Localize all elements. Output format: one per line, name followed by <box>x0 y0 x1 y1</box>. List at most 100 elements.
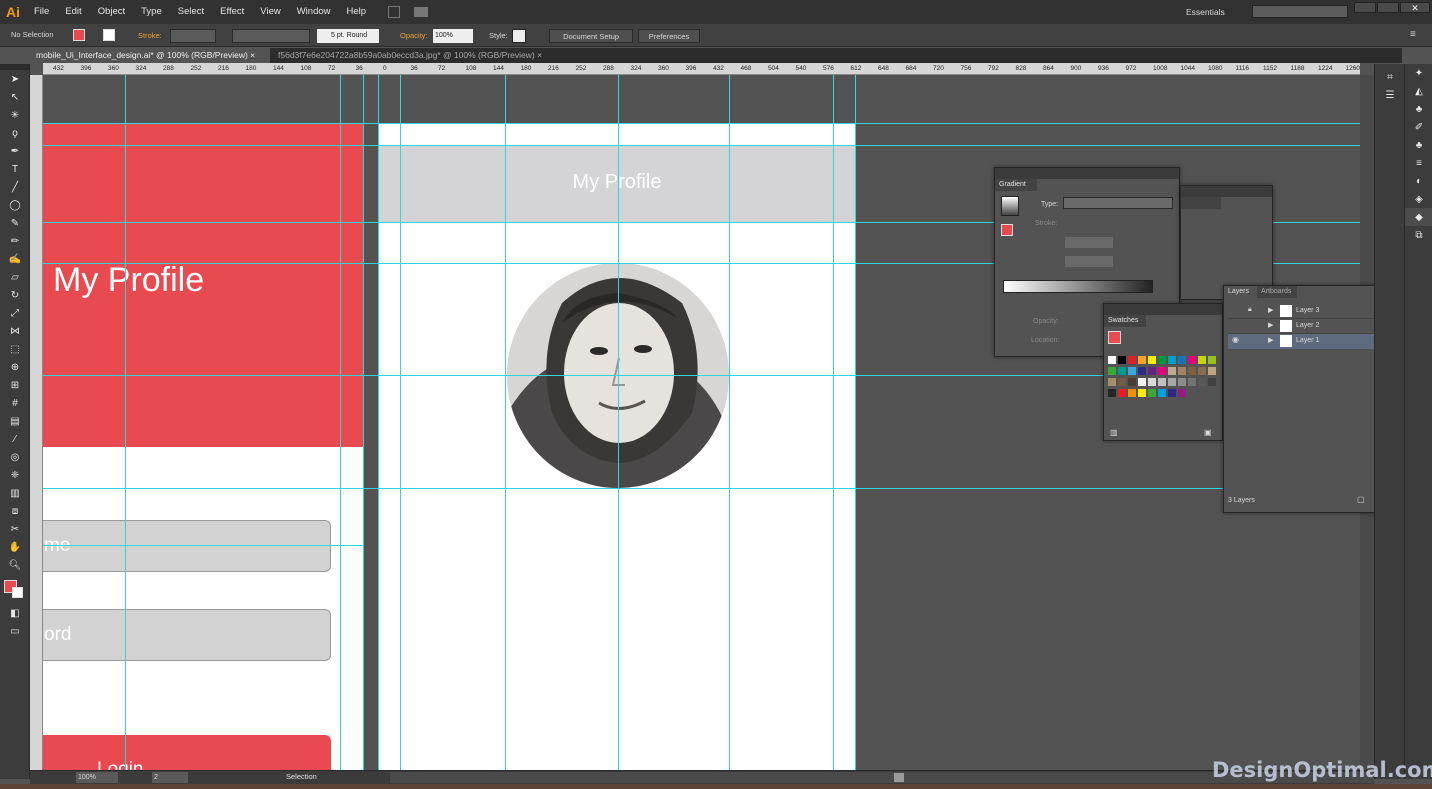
fill-stroke-widget[interactable] <box>0 574 29 604</box>
brush-definition-field[interactable]: 5 pt. Round <box>317 29 379 43</box>
swatch-library-menu-icon[interactable]: ▥ <box>1110 428 1118 437</box>
menu-object[interactable]: Object <box>90 0 133 24</box>
color-swatch[interactable] <box>1168 356 1176 364</box>
column-graph-tool-icon[interactable]: ▥ <box>0 484 30 502</box>
close-icon[interactable]: × <box>537 50 542 60</box>
pencil-tool-icon[interactable]: ✏ <box>0 232 30 250</box>
color-swatch[interactable] <box>1108 389 1116 397</box>
color-guide-icon[interactable]: ◭ <box>1405 82 1432 100</box>
guide[interactable] <box>378 75 379 770</box>
tab-jpg-document[interactable]: f56d3f7e6e204722a8b59a0ab0eccd3a.jpg* @ … <box>272 48 562 63</box>
layers-tab[interactable]: Layers <box>1224 286 1256 298</box>
menu-view[interactable]: View <box>252 0 288 24</box>
stroke-weight-field[interactable] <box>170 29 216 43</box>
hand-tool-icon[interactable]: ✋ <box>0 538 30 556</box>
menu-window[interactable]: Window <box>289 0 339 24</box>
color-swatch[interactable] <box>1108 356 1116 364</box>
color-swatch[interactable] <box>1168 389 1176 397</box>
color-swatch[interactable] <box>1118 356 1126 364</box>
ellipse-tool-icon[interactable]: ◯ <box>0 196 30 214</box>
opacity-label[interactable]: Opacity: <box>400 31 428 40</box>
guide[interactable] <box>125 75 126 770</box>
magic-wand-tool-icon[interactable]: ✳ <box>0 106 30 124</box>
stroke-panel-icon[interactable]: ≡ <box>1405 154 1432 172</box>
password-field[interactable]: ord <box>43 609 331 661</box>
variable-width-field[interactable] <box>232 29 310 43</box>
menu-file[interactable]: File <box>26 0 57 24</box>
color-swatch[interactable] <box>1208 367 1216 375</box>
stroke-color-swatch[interactable] <box>103 29 115 41</box>
graphic-styles-icon[interactable]: ◈ <box>1405 190 1432 208</box>
color-swatch[interactable] <box>1188 356 1196 364</box>
color-swatch[interactable] <box>1148 356 1156 364</box>
scroll-thumb[interactable] <box>894 773 904 782</box>
close-window-button[interactable]: ✕ <box>1400 2 1430 13</box>
artboard-number-field[interactable]: 2 <box>152 772 188 783</box>
eyedropper-tool-icon[interactable]: ⁄ <box>0 430 30 448</box>
vertical-ruler[interactable] <box>30 75 43 770</box>
perspective-grid-tool-icon[interactable]: ⊞ <box>0 376 30 394</box>
guide[interactable] <box>400 75 401 770</box>
width-tool-icon[interactable]: ⋈ <box>0 322 30 340</box>
lasso-tool-icon[interactable]: ϙ <box>0 124 30 142</box>
zoom-tool-icon[interactable]: 🔍︎ <box>0 556 30 574</box>
zoom-field[interactable]: 100% <box>76 772 118 783</box>
color-swatch[interactable] <box>1158 367 1166 375</box>
color-swatch[interactable] <box>1198 356 1206 364</box>
new-layer-icon[interactable]: ▢ <box>1357 495 1365 504</box>
blend-tool-icon[interactable]: ◎ <box>0 448 30 466</box>
transform-panel-icon[interactable]: ⌗ <box>1375 68 1405 86</box>
guide[interactable] <box>505 75 506 770</box>
guide[interactable] <box>618 75 619 770</box>
username-field[interactable]: me <box>43 520 331 572</box>
menu-effect[interactable]: Effect <box>212 0 252 24</box>
fill-indicator[interactable] <box>1001 224 1013 236</box>
mesh-tool-icon[interactable]: # <box>0 394 30 412</box>
color-swatch[interactable] <box>1158 389 1166 397</box>
bridge-icon[interactable] <box>388 6 401 18</box>
guide[interactable] <box>43 145 1360 146</box>
close-icon[interactable]: × <box>250 50 255 60</box>
eraser-tool-icon[interactable]: ▱ <box>0 268 30 286</box>
profile-header-bar[interactable]: My Profile <box>378 145 856 222</box>
guide[interactable] <box>43 123 1360 124</box>
opacity-field[interactable]: 100% <box>433 29 473 43</box>
guide[interactable] <box>363 75 364 770</box>
align-panel-icon[interactable]: ☰ <box>1375 86 1405 104</box>
symbol-sprayer-tool-icon[interactable]: ❈ <box>0 466 30 484</box>
aspect-field[interactable] <box>1065 256 1113 267</box>
angle-field[interactable] <box>1065 237 1113 248</box>
color-panel-icon[interactable]: ✦ <box>1405 64 1432 82</box>
graphic-style-swatch[interactable] <box>512 29 526 43</box>
guide[interactable] <box>43 488 1360 489</box>
panel-titlebar[interactable] <box>995 168 1179 179</box>
arrange-docs-icon[interactable] <box>414 7 429 17</box>
minimize-window-button[interactable] <box>1354 2 1376 13</box>
tab-mobile-ui-design[interactable]: mobile_Ui_Interface_design.ai* @ 100% (R… <box>30 48 270 63</box>
search-field[interactable] <box>1252 5 1348 18</box>
color-swatch[interactable] <box>1138 378 1146 386</box>
color-swatch[interactable] <box>1208 378 1216 386</box>
gradient-panel-tab[interactable]: Gradient <box>995 179 1037 191</box>
color-swatch[interactable] <box>1198 378 1206 386</box>
stroke-swatch[interactable] <box>12 587 23 598</box>
color-swatch[interactable] <box>1118 378 1126 386</box>
color-swatch[interactable] <box>1118 367 1126 375</box>
color-swatch[interactable] <box>1168 367 1176 375</box>
color-swatch[interactable] <box>1148 378 1156 386</box>
align-panel-tab[interactable] <box>1181 197 1221 209</box>
expand-triangle-icon[interactable]: ▶ <box>1268 336 1273 344</box>
color-swatch[interactable] <box>1198 367 1206 375</box>
menu-edit[interactable]: Edit <box>57 0 89 24</box>
type-tool-icon[interactable]: T <box>0 160 30 178</box>
color-swatch[interactable] <box>1178 356 1186 364</box>
color-swatch[interactable] <box>1178 389 1186 397</box>
color-swatch[interactable] <box>1138 367 1146 375</box>
free-transform-tool-icon[interactable]: ⬚ <box>0 340 30 358</box>
panel-titlebar[interactable] <box>1104 304 1222 315</box>
left-artboard[interactable]: My Profile me ord Login <box>43 123 363 770</box>
color-swatch[interactable] <box>1128 389 1136 397</box>
pen-tool-icon[interactable]: ✒ <box>0 142 30 160</box>
artboards-tab[interactable]: Artboards <box>1257 286 1297 298</box>
login-button[interactable]: Login <box>43 735 331 770</box>
